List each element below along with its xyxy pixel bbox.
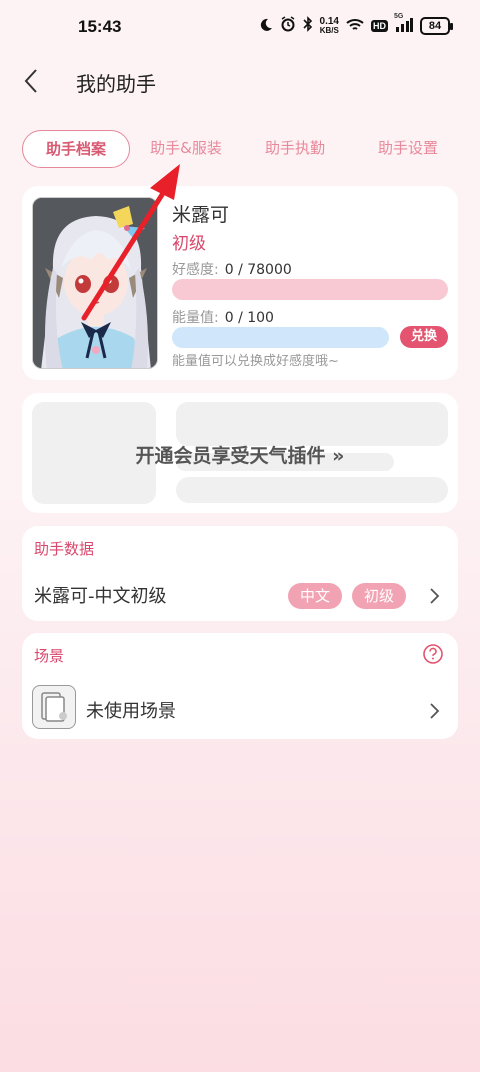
placeholder-line <box>176 402 448 446</box>
moon-icon <box>259 17 273 36</box>
header: 我的助手 <box>0 56 480 108</box>
assistant-avatar[interactable] <box>32 197 158 369</box>
favor-label: 好感度: <box>172 262 219 278</box>
avatar-illustration <box>33 198 157 368</box>
bluetooth-icon <box>302 16 313 36</box>
level-tag: 初级 <box>352 583 406 609</box>
scene-row[interactable]: 未使用场景 <box>22 677 458 737</box>
chevron-right-icon <box>430 588 440 604</box>
weather-promo-text[interactable]: 开通会员享受天气插件 » <box>22 441 458 468</box>
hd-badge: HD <box>371 20 388 32</box>
favor-progress-bar <box>172 279 448 300</box>
favor-line: 好感度: 0 / 78000 <box>172 259 292 279</box>
placeholder-line <box>176 477 448 503</box>
assistant-data-card: 助手数据 米露可-中文初级 中文 初级 <box>22 526 458 621</box>
status-bar: 15:43 0.14 KB/S HD 5G 84 <box>0 0 480 56</box>
back-arrow-icon <box>24 69 37 93</box>
assistant-data-title: 助手数据 <box>34 540 95 558</box>
tab-assistant-duty[interactable]: 助手执勤 <box>250 130 340 168</box>
scene-thumbnail-icon <box>32 685 76 729</box>
net-speed-unit: KB/S <box>319 26 339 35</box>
assistant-data-row[interactable]: 米露可-中文初级 中文 初级 <box>22 574 458 618</box>
signal-label: 5G <box>394 12 404 20</box>
energy-line: 能量值: 0 / 100 <box>172 307 274 327</box>
energy-progress-bar <box>172 327 389 348</box>
battery-indicator: 84 <box>420 17 453 35</box>
wifi-icon <box>346 17 364 36</box>
assistant-data-label: 米露可-中文初级 <box>34 586 167 607</box>
favor-value: 0 / 78000 <box>224 262 292 278</box>
scene-label: 未使用场景 <box>86 701 176 722</box>
language-tag: 中文 <box>288 583 342 609</box>
energy-hint: 能量值可以兑换成好感度哦~ <box>172 354 339 369</box>
assistant-level: 初级 <box>172 234 206 254</box>
scene-card: 场景 未使用场景 <box>22 633 458 739</box>
status-icons: 0.14 KB/S HD 5G 84 <box>259 13 453 36</box>
exchange-button[interactable]: 兑换 <box>400 326 448 348</box>
tab-bar: 助手档案 助手&服装 助手执勤 助手设置 <box>22 130 462 170</box>
energy-value: 0 / 100 <box>224 310 274 326</box>
signal-icon: 5G <box>394 13 413 36</box>
tab-assistant-settings[interactable]: 助手设置 <box>360 130 456 168</box>
page-title: 我的助手 <box>76 72 156 96</box>
back-button[interactable] <box>18 66 48 96</box>
tab-assistant-outfit[interactable]: 助手&服装 <box>138 130 234 168</box>
scene-title: 场景 <box>34 647 65 665</box>
net-speed: 0.14 KB/S <box>320 17 339 35</box>
help-icon[interactable] <box>422 643 444 665</box>
profile-card: 米露可 初级 好感度: 0 / 78000 能量值: 0 / 100 兑换 能量值可… <box>22 186 458 380</box>
assistant-name: 米露可 <box>172 204 230 226</box>
chevron-right-icon <box>430 703 440 719</box>
energy-label: 能量值: <box>172 310 219 326</box>
status-time: 15:43 <box>78 17 122 36</box>
tab-assistant-profile[interactable]: 助手档案 <box>22 130 130 168</box>
weather-plugin-card[interactable]: 开通会员享受天气插件 » <box>22 393 458 513</box>
alarm-icon <box>280 16 296 36</box>
